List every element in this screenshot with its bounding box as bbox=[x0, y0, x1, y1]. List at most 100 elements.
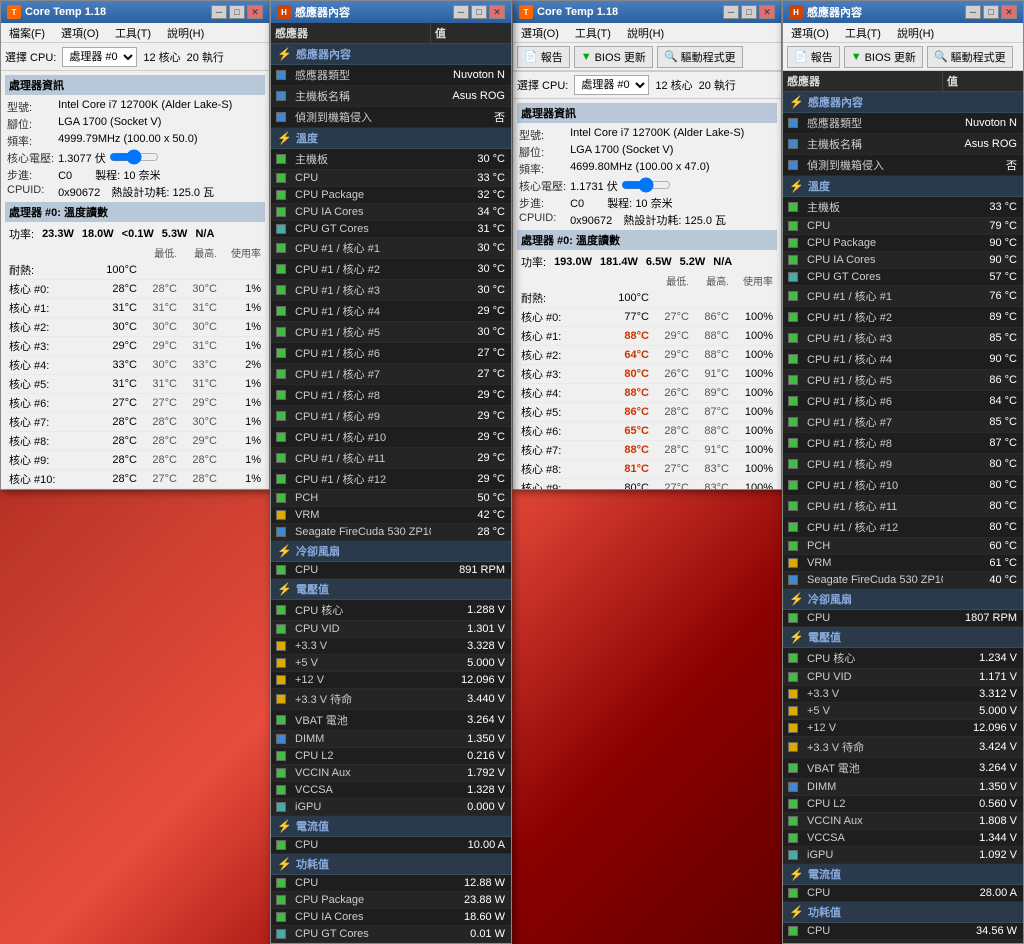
hwinfo-item-3-9: VCCIN Aux1.792 V bbox=[271, 765, 511, 782]
menubar-2: 選項(O) 工具(T) 說明(H) bbox=[513, 23, 781, 43]
sensor-icon-1-15 bbox=[788, 501, 798, 511]
close-btn-1[interactable]: ✕ bbox=[247, 5, 263, 19]
maximize-hwinfo-left[interactable]: □ bbox=[471, 5, 487, 19]
driver-btn[interactable]: 🔍 驅動程式更 bbox=[657, 46, 743, 68]
maximize-btn-2[interactable]: □ bbox=[741, 5, 757, 19]
hwinfo-item-1-12: CPU #1 / 核心 #887 °C bbox=[783, 433, 1023, 454]
cpuid-value-1: 0x90672 熱設計功耗: 125.0 瓦 bbox=[58, 184, 263, 200]
sensor-icon-1-10 bbox=[276, 348, 286, 358]
menubar-1: 檔案(F) 選項(O) 工具(T) 說明(H) bbox=[1, 23, 269, 43]
hwinfo-bios-btn-right[interactable]: ▼ BIOS 更新 bbox=[844, 46, 923, 68]
model-label-1: 型號: bbox=[7, 99, 54, 115]
coretemp-window-2: T Core Temp 1.18 ─ □ ✕ 選項(O) 工具(T) 說明(H)… bbox=[512, 0, 782, 490]
hwinfo-item-1-17: PCH60 °C bbox=[783, 538, 1023, 555]
report-btn[interactable]: 📄 報告 bbox=[517, 46, 570, 68]
close-hwinfo-right[interactable]: ✕ bbox=[1001, 5, 1017, 19]
hwinfo-item-3-8: CPU L20.216 V bbox=[271, 748, 511, 765]
maximize-hwinfo-right[interactable]: □ bbox=[983, 5, 999, 19]
hwinfo-item-5-0: CPU34.56 W bbox=[783, 923, 1023, 940]
minimize-hwinfo-left[interactable]: ─ bbox=[453, 5, 469, 19]
hwinfo-menubar-right: 選項(O) 工具(T) 說明(H) bbox=[783, 23, 1023, 43]
core-row-2: 核心 #2: 30°C 30°C 30°C 1% bbox=[5, 318, 265, 337]
close-btn-2[interactable]: ✕ bbox=[759, 5, 775, 19]
core-row-1: 核心 #1: 31°C 31°C 31°C 1% bbox=[5, 299, 265, 318]
hwinfo-item-1-9: CPU #1 / 核心 #530 °C bbox=[271, 322, 511, 343]
hwinfo-item-3-9: VCCIN Aux1.808 V bbox=[783, 813, 1023, 830]
hwinfo-menu-options-right[interactable]: 選項(O) bbox=[787, 25, 833, 41]
hwinfo-item-3-5: +3.3 V 待命3.424 V bbox=[783, 737, 1023, 758]
hwinfo-group-4: ⚡電流值 bbox=[783, 864, 1023, 885]
hwinfo-item-0-1: 主機板名稱Asus ROG bbox=[271, 86, 511, 107]
sensor-icon-1-17 bbox=[276, 493, 286, 503]
core-row-1: 核心 #1: 88°C 29°C 88°C 100% bbox=[517, 327, 777, 346]
hwinfo-window-right: H 感應器內容 ─ □ ✕ 選項(O) 工具(T) 說明(H) 📄 報告 ▼ B… bbox=[782, 0, 1024, 944]
core-row-5: 核心 #5: 31°C 31°C 31°C 1% bbox=[5, 375, 265, 394]
voltage-slider-1[interactable] bbox=[109, 152, 159, 162]
hwinfo-icon-right: H bbox=[789, 5, 803, 19]
minimize-btn-1[interactable]: ─ bbox=[211, 5, 227, 19]
hwinfo-item-1-2: CPU Package90 °C bbox=[783, 235, 1023, 252]
sensor-icon-3-0 bbox=[276, 605, 286, 615]
sensor-icon-5-1 bbox=[276, 895, 286, 905]
app-icon-2: T bbox=[519, 5, 533, 19]
hwinfo-driver-btn-right[interactable]: 🔍 驅動程式更 bbox=[927, 46, 1013, 68]
menu-file-1[interactable]: 檔案(F) bbox=[5, 25, 49, 41]
hwinfo-title-right: 感應器內容 bbox=[807, 4, 862, 20]
hwinfo-menu-tools-right[interactable]: 工具(T) bbox=[841, 25, 885, 41]
core-row-8: 核心 #8: 28°C 28°C 29°C 1% bbox=[5, 432, 265, 451]
hwinfo-right-list: ⚡感應器內容感應器類型Nuvoton N主機板名稱Asus ROG偵測到機箱侵入… bbox=[783, 92, 1023, 943]
menu-tools-1[interactable]: 工具(T) bbox=[111, 25, 155, 41]
close-hwinfo-left[interactable]: ✕ bbox=[489, 5, 505, 19]
hwinfo-report-btn-right[interactable]: 📄 報告 bbox=[787, 46, 840, 68]
hwinfo-item-1-5: CPU #1 / 核心 #176 °C bbox=[783, 286, 1023, 307]
sensor-icon-1-0 bbox=[788, 202, 798, 212]
minimize-btn-2[interactable]: ─ bbox=[723, 5, 739, 19]
threads-label-2: 20 執行 bbox=[699, 77, 736, 93]
hwinfo-group-0: ⚡感應器內容 bbox=[783, 92, 1023, 113]
hwinfo-item-3-3: +5 V5.000 V bbox=[271, 655, 511, 672]
bios-btn[interactable]: ▼ BIOS 更新 bbox=[574, 46, 653, 68]
power-val-1: 23.3W bbox=[42, 228, 74, 240]
menu-options-2[interactable]: 選項(O) bbox=[517, 25, 563, 41]
hwinfo-item-3-10: VCCSA1.328 V bbox=[271, 782, 511, 799]
socket-value-1: LGA 1700 (Socket V) bbox=[58, 116, 263, 132]
cores-label-1: 12 核心 bbox=[143, 49, 180, 65]
hwinfo-item-3-5: +3.3 V 待命3.440 V bbox=[271, 689, 511, 710]
cpu-select-2[interactable]: 處理器 #0 bbox=[574, 75, 649, 95]
maximize-btn-1[interactable]: □ bbox=[229, 5, 245, 19]
sensor-icon-5-0 bbox=[788, 926, 798, 936]
hwinfo-item-0-2: 偵測到機箱侵入否 bbox=[271, 107, 511, 128]
hwinfo-item-1-1: CPU79 °C bbox=[783, 218, 1023, 235]
power-val-2-4: 5.2W bbox=[680, 256, 706, 268]
hwinfo-item-1-10: CPU #1 / 核心 #684 °C bbox=[783, 391, 1023, 412]
hwinfo-item-1-8: CPU #1 / 核心 #429 °C bbox=[271, 301, 511, 322]
sensor-icon-3-6 bbox=[788, 763, 798, 773]
sensor-icon-1-0 bbox=[276, 154, 286, 164]
sensor-icon-1-8 bbox=[276, 306, 286, 316]
menu-options-1[interactable]: 選項(O) bbox=[57, 25, 103, 41]
hwinfo-item-1-0: 主機板33 °C bbox=[783, 197, 1023, 218]
core-row-0: 核心 #0: 28°C 28°C 30°C 1% bbox=[5, 280, 265, 299]
hwinfo-col-value-label-right: 值 bbox=[943, 71, 1023, 91]
core-row-4: 核心 #4: 88°C 26°C 89°C 100% bbox=[517, 384, 777, 403]
hwinfo-item-3-11: iGPU1.092 V bbox=[783, 847, 1023, 864]
hwinfo-item-1-11: CPU #1 / 核心 #785 °C bbox=[783, 412, 1023, 433]
power-val-3: <0.1W bbox=[122, 228, 154, 240]
sensor-icon-3-4 bbox=[276, 675, 286, 685]
toolbar-2b: 選擇 CPU: 處理器 #0 12 核心 20 執行 bbox=[513, 71, 781, 99]
hwinfo-item-1-8: CPU #1 / 核心 #490 °C bbox=[783, 349, 1023, 370]
menu-help-1[interactable]: 說明(H) bbox=[163, 25, 208, 41]
hwinfo-menu-help-right[interactable]: 說明(H) bbox=[893, 25, 938, 41]
core-row-5: 核心 #5: 86°C 28°C 87°C 100% bbox=[517, 403, 777, 422]
hwinfo-titlebar-right: H 感應器內容 ─ □ ✕ bbox=[783, 1, 1023, 23]
minimize-hwinfo-right[interactable]: ─ bbox=[965, 5, 981, 19]
toolbar-1: 選擇 CPU: 處理器 #0 12 核心 20 執行 bbox=[1, 43, 269, 71]
menu-help-2[interactable]: 說明(H) bbox=[623, 25, 668, 41]
cpu-select-1[interactable]: 處理器 #0 bbox=[62, 47, 137, 67]
hwinfo-col-value-label-left: 值 bbox=[431, 23, 511, 43]
core-row-9: 核心 #9: 28°C 28°C 28°C 1% bbox=[5, 451, 265, 470]
hwinfo-controls-left: ─ □ ✕ bbox=[453, 5, 505, 19]
menu-tools-2[interactable]: 工具(T) bbox=[571, 25, 615, 41]
voltage-slider-2[interactable] bbox=[621, 180, 671, 190]
sensor-icon-5-3 bbox=[276, 929, 286, 939]
